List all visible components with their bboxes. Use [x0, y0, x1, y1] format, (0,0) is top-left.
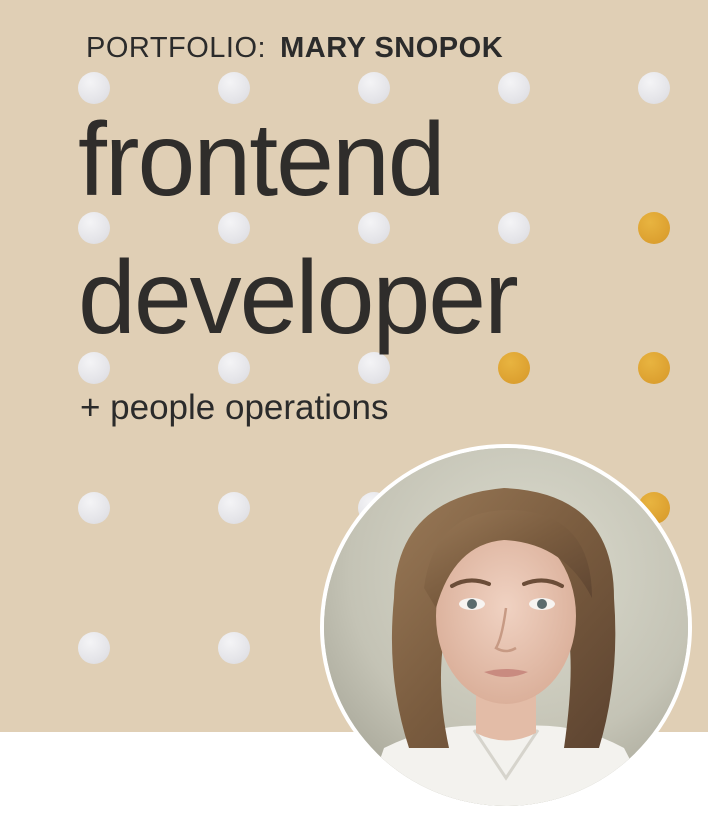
decorative-dot — [218, 352, 250, 384]
portfolio-heading: PORTFOLIO: MARY SNOPOK — [86, 32, 503, 65]
decorative-dot — [78, 352, 110, 384]
decorative-dot — [78, 72, 110, 104]
decorative-dot-gold — [638, 352, 670, 384]
headline-line-2: developer — [78, 240, 519, 356]
subtitle: + people operations — [80, 388, 389, 427]
decorative-dot — [218, 72, 250, 104]
decorative-dot — [358, 352, 390, 384]
decorative-dot — [358, 72, 390, 104]
avatar — [320, 444, 692, 810]
decorative-dot — [498, 72, 530, 104]
decorative-dot-gold — [638, 212, 670, 244]
headline-line-1: frontend — [78, 102, 446, 218]
decorative-dot-gold — [498, 352, 530, 384]
portfolio-label: PORTFOLIO: — [86, 32, 267, 64]
decorative-dot — [218, 632, 250, 664]
portrait-image — [324, 448, 688, 806]
portfolio-hero-page: PORTFOLIO: MARY SNOPOK frontend developer… — [0, 0, 708, 834]
owner-name: MARY SNOPOK — [280, 32, 504, 64]
decorative-dot — [78, 492, 110, 524]
decorative-dot — [638, 72, 670, 104]
decorative-dot — [218, 492, 250, 524]
decorative-dot — [78, 632, 110, 664]
